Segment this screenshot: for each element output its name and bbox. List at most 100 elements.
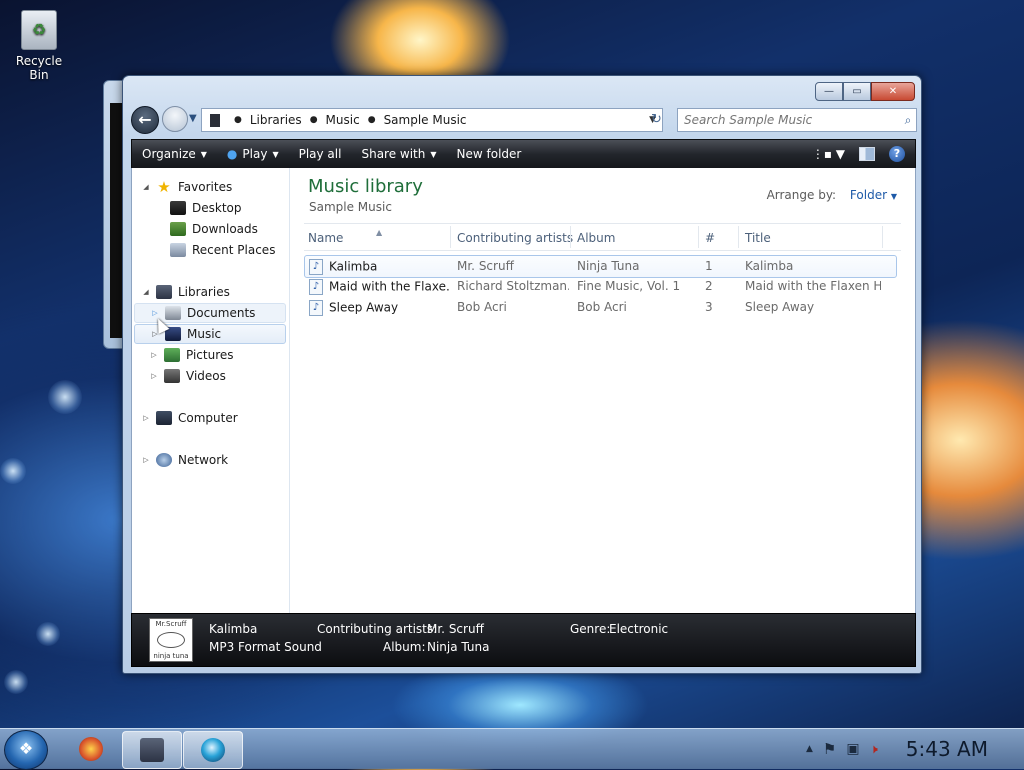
recent-pages-dropdown[interactable]: ▼ [189,113,197,124]
breadcrumb-separator[interactable]: ● [368,115,376,125]
details-album-label: Album: [383,640,426,654]
back-button[interactable]: ← [131,106,159,134]
column-header-artists[interactable]: Contributing artists [457,231,573,245]
play-icon: ● [226,147,238,161]
breadcrumb-separator[interactable]: ● [310,115,318,125]
recycle-bin[interactable]: ♻ Recycle Bin [6,10,72,82]
table-row[interactable]: ♪ Kalimba Mr. Scruff Ninja Tuna 1 Kalimba [304,255,897,278]
arrange-by-dropdown[interactable]: Folder ▼ [850,188,897,202]
nav-network-label: Network [178,453,229,467]
organize-button[interactable]: Organize ▼ [132,147,217,161]
chevron-down-icon: ▼ [272,149,279,159]
details-pane: Mr.Scruff ninja tuna Kalimba MP3 Format … [131,613,916,667]
column-header-album[interactable]: Album [577,231,615,245]
column-header-name[interactable]: Name ▲ [308,228,382,245]
nav-favorites-label: Favorites [178,180,233,194]
view-options-icon[interactable]: ⋮▪ ▼ [812,147,845,161]
nav-videos[interactable]: ▷ Videos [150,366,226,386]
nav-computer[interactable]: ▷ Computer [142,408,238,428]
expand-arrow-icon[interactable]: ◢ [142,183,150,191]
address-bar[interactable]: ● Libraries ● Music ● Sample Music ▼ [201,108,663,132]
nav-desktop[interactable]: Desktop [156,198,242,218]
column-header-title[interactable]: Title [745,231,771,245]
refresh-icon[interactable]: ↻ [651,112,662,127]
nav-computer-label: Computer [178,411,238,425]
maximize-button[interactable]: ▭ [843,82,871,101]
nav-pictures[interactable]: ▷ Pictures [150,345,234,365]
expand-arrow-icon[interactable]: ▷ [142,414,150,422]
help-button[interactable]: ? [889,146,905,162]
row-name: ♪ Sleep Away [309,300,398,316]
network-status-icon[interactable]: ▣ [846,741,859,757]
wallpaper-glow [0,458,26,484]
taskbar-app-browser[interactable] [62,731,120,767]
desktop-icon [170,201,186,215]
start-button[interactable]: ❖ [4,730,48,770]
search-box[interactable]: ⌕ [677,108,917,132]
star-icon: ★ [157,178,171,196]
row-artists: Mr. Scruff [457,259,514,273]
clock[interactable]: 5:43 AM [906,737,988,761]
play-all-button[interactable]: Play all [289,147,352,161]
browser-icon [79,737,103,761]
arrange-by-label: Arrange by: [766,188,837,202]
album-art-thumbnail: Mr.Scruff ninja tuna [149,618,193,662]
breadcrumb-libraries[interactable]: Libraries [250,113,302,127]
nav-downloads[interactable]: Downloads [156,219,258,239]
taskbar-app-explorer[interactable] [122,731,182,769]
downloads-icon [170,222,186,236]
navigation-pane[interactable]: ◢ ★ Favorites Desktop Downloads Recent Pla… [132,168,290,613]
expand-arrow-icon[interactable]: ▷ [150,372,158,380]
arrange-by-value: Folder [849,188,888,202]
row-title: Kalimba [745,259,794,273]
details-artists-value[interactable]: Mr. Scruff [427,622,484,636]
breadcrumb-sample-music[interactable]: Sample Music [384,113,467,127]
media-player-icon [201,738,225,762]
arrange-by: Arrange by: Folder ▼ [767,188,897,202]
nav-network[interactable]: ▷ Network [142,450,228,470]
play-button[interactable]: ● Play ▼ [217,147,289,161]
search-input[interactable] [678,112,900,128]
nav-pictures-label: Pictures [186,348,234,362]
nav-libraries-label: Libraries [178,285,230,299]
expand-arrow-icon[interactable]: ▷ [142,456,150,464]
wallpaper-glow [36,622,60,646]
show-hidden-icons-icon[interactable]: ▲ [806,744,813,754]
expand-arrow-icon[interactable]: ◢ [142,288,150,296]
expand-arrow-icon[interactable]: ▷ [150,351,158,359]
row-album: Fine Music, Vol. 1 [577,279,681,293]
details-genre-value[interactable]: Electronic [609,622,668,636]
nav-recent-places[interactable]: Recent Places [156,240,275,260]
thumbnail-text-bottom: ninja tuna [153,652,189,660]
share-with-button[interactable]: Share with ▼ [351,147,446,161]
column-header-name-label: Name [308,231,344,245]
row-track: 1 [705,259,713,273]
computer-icon [156,411,172,425]
nav-music-label: Music [187,327,222,341]
minimize-button[interactable]: — [815,82,843,101]
details-album-value[interactable]: Ninja Tuna [427,640,490,654]
action-center-flag-icon[interactable]: ⚑ [823,740,836,758]
details-artists-label: Contributing artists: [317,622,438,636]
file-list-pane: Music library Sample Music Arrange by: F… [290,168,915,613]
breadcrumb-music[interactable]: Music [326,113,360,127]
breadcrumb-separator[interactable]: ● [234,115,242,125]
nav-libraries[interactable]: ◢ Libraries [142,282,230,302]
explorer-window: — ▭ ✕ ← ▼ ● Libraries ● Music ● Sample M… [122,75,922,674]
column-header-track[interactable]: # [705,231,715,245]
volume-muted-icon[interactable]: 🕨 [870,742,878,757]
nav-favorites[interactable]: ◢ ★ Favorites [142,177,232,197]
nav-downloads-label: Downloads [192,222,258,236]
table-row[interactable]: ♪ Maid with the Flaxe... Richard Stoltzma… [304,276,897,297]
search-icon[interactable]: ⌕ [900,113,916,128]
share-with-label: Share with [361,147,426,161]
recycle-bin-label: Recycle Bin [15,54,63,82]
forward-button[interactable] [162,106,188,132]
close-button[interactable]: ✕ [871,82,915,101]
taskbar: ❖ ▲ ⚑ ▣ 🕨 5:43 AM [0,728,1024,770]
preview-pane-icon[interactable] [859,147,875,161]
expand-arrow-icon[interactable]: ▷ [151,309,159,317]
new-folder-button[interactable]: New folder [447,147,532,161]
taskbar-app-media-player[interactable] [183,731,243,769]
table-row[interactable]: ♪ Sleep Away Bob Acri Bob Acri 3 Sleep Aw… [304,297,897,318]
